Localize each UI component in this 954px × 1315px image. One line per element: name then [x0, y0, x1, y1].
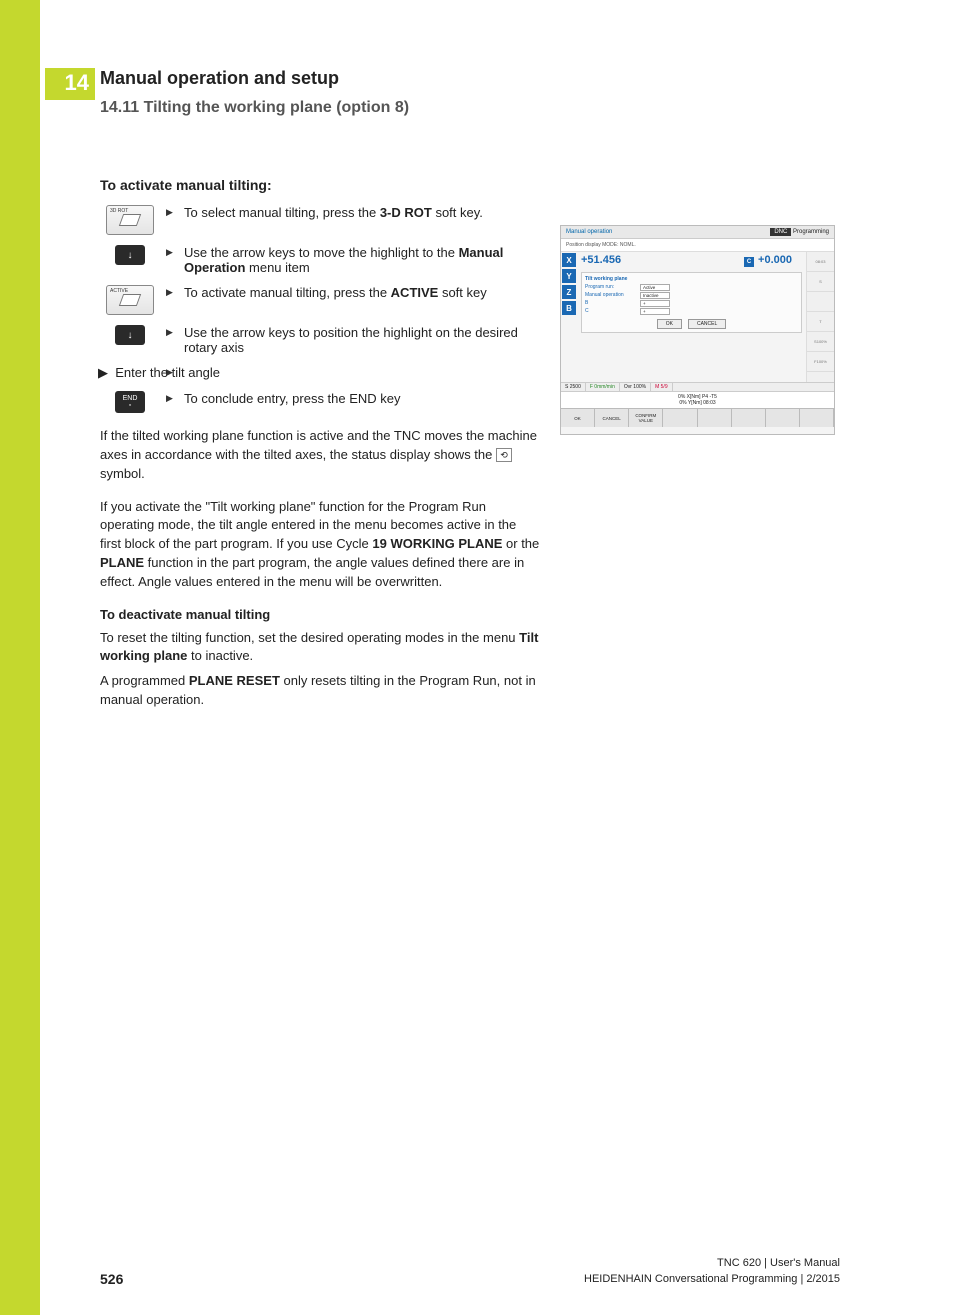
tnc-screenshot: Manual operation DNC Programming Positio… — [560, 225, 835, 435]
axis-y: Y — [562, 269, 576, 283]
step-enter-angle: ▶ Enter the tilt angle — [100, 365, 540, 381]
scr-sk-ok[interactable]: OK — [561, 409, 595, 427]
scr-mode-left: Manual operation — [566, 229, 612, 235]
deactivate-heading: To deactivate manual tilting — [100, 606, 540, 625]
step-text: Use the arrow keys to move the highlight… — [160, 245, 540, 275]
heading-2: 14.11 Tilting the working plane (option … — [100, 99, 860, 117]
end-square-icon: ▫ — [129, 402, 131, 409]
scr-softkey-row: OK CANCEL CONFIRM VALUE — [561, 408, 834, 427]
scr-sk-empty[interactable] — [663, 409, 697, 427]
scr-feed-display: 0% X[Nm] P4 -T5 0% Y[Nm] 08:03 — [561, 391, 834, 408]
dlg-b-input[interactable]: + — [640, 300, 670, 307]
cube-icon — [119, 214, 141, 226]
softkey-3drot[interactable]: 3D ROT — [106, 205, 154, 235]
arrow-down-key[interactable]: ↓ — [115, 245, 145, 265]
deactivate-p2: A programmed PLANE RESET only resets til… — [100, 672, 540, 710]
axis-x: X — [562, 253, 576, 267]
page-footer: 526 TNC 620 | User's Manual HEIDENHAIN C… — [100, 1256, 840, 1287]
scr-subheader: Position display MODE: NOML. — [561, 239, 834, 252]
dlg-ok-button[interactable]: OK — [657, 319, 682, 329]
step-text: To activate manual tilting, press the AC… — [160, 285, 540, 315]
scr-sk-empty[interactable] — [698, 409, 732, 427]
enter-angle-text: ▶ Enter the tilt angle — [160, 365, 540, 381]
end-key[interactable]: END▫ — [115, 391, 145, 413]
body-column: To activate manual tilting: 3D ROT To se… — [100, 177, 540, 710]
chapter-number: 14 — [45, 68, 95, 100]
scr-tilt-dialog: Tilt working plane Program run:Active Ma… — [581, 272, 802, 333]
step-3drot: 3D ROT To select manual tilting, press t… — [100, 205, 540, 235]
scr-statusbar: S 2500 F 0mm/min Ovr 100% M 5/9 — [561, 382, 834, 391]
axis-z: Z — [562, 285, 576, 299]
scr-val-right: +0.000 — [758, 254, 792, 266]
step-arrow-1: ↓ Use the arrow keys to move the highlig… — [100, 245, 540, 275]
scr-header: Manual operation DNC Programming — [561, 226, 834, 239]
scr-sk-empty[interactable] — [766, 409, 800, 427]
dlg-cancel-button[interactable]: CANCEL — [688, 319, 726, 329]
deactivate-p1: To reset the tilting function, set the d… — [100, 629, 540, 667]
axis-b: B — [562, 301, 576, 315]
activate-heading: To activate manual tilting: — [100, 177, 540, 193]
scr-dlg-title: Tilt working plane — [585, 276, 798, 282]
scr-sk-empty[interactable] — [800, 409, 834, 427]
scr-mode-right: Programming — [793, 229, 829, 235]
step-active: ACTIVE To activate manual tilting, press… — [100, 285, 540, 315]
dlg-manual-select[interactable]: Inactive — [640, 292, 670, 299]
heading-1: Manual operation and setup — [100, 68, 860, 89]
scr-val-left: +51.456 — [581, 254, 621, 268]
dlg-progrun-select[interactable]: Active — [640, 284, 670, 291]
step-text: Use the arrow keys to position the highl… — [160, 325, 540, 355]
scr-sidebar: 08:03 S T S100% F100% — [806, 252, 834, 382]
step-text: To select manual tilting, press the 3-D … — [160, 205, 540, 235]
tilt-status-icon: ⟲ — [496, 448, 512, 462]
scr-axes-col: X Y Z B — [561, 252, 577, 382]
scr-sk-empty[interactable] — [732, 409, 766, 427]
cube-icon — [119, 294, 141, 306]
chapter-sidebar — [0, 0, 40, 1315]
step-text: To conclude entry, press the END key — [160, 391, 540, 413]
softkey-active[interactable]: ACTIVE — [106, 285, 154, 315]
step-end: END▫ To conclude entry, press the END ke… — [100, 391, 540, 413]
para-program-run: If you activate the "Tilt working plane"… — [100, 498, 540, 592]
dlg-c-input[interactable]: + — [640, 308, 670, 315]
footer-text: TNC 620 | User's Manual HEIDENHAIN Conve… — [584, 1256, 840, 1287]
scr-sk-cancel[interactable]: CANCEL — [595, 409, 629, 427]
scr-sk-confirm[interactable]: CONFIRM VALUE — [629, 409, 663, 427]
step-arrow-2: ↓ Use the arrow keys to position the hig… — [100, 325, 540, 355]
scr-dnc-badge: DNC — [770, 228, 791, 236]
para-status-symbol: If the tilted working plane function is … — [100, 427, 540, 484]
axis-c: C — [744, 257, 754, 267]
arrow-down-key[interactable]: ↓ — [115, 325, 145, 345]
page-number: 526 — [100, 1271, 123, 1287]
scr-values: +51.456 C +0.000 Tilt working plane Prog… — [577, 252, 806, 382]
